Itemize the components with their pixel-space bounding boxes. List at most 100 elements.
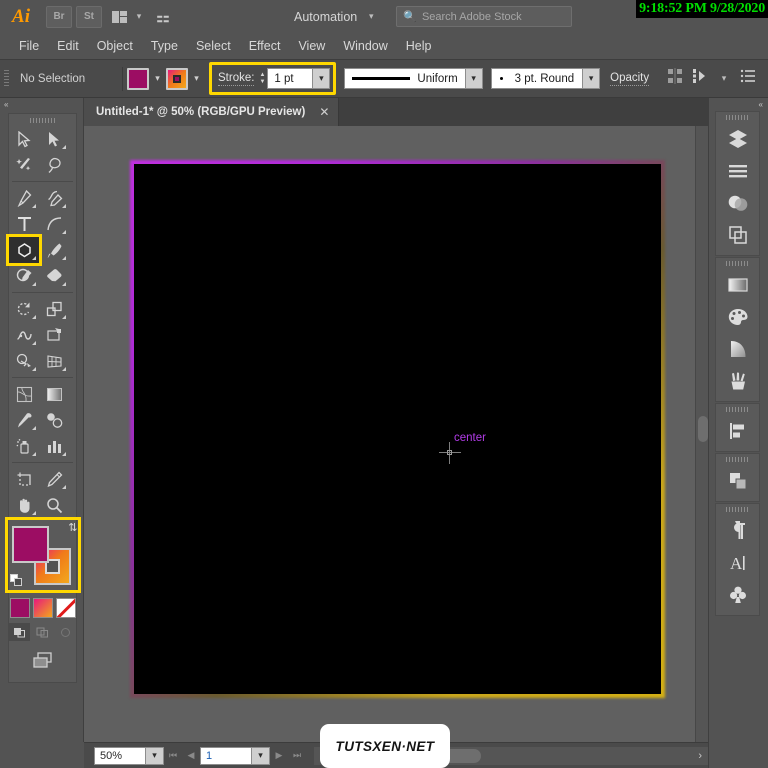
scroll-right-icon[interactable]: ›	[692, 750, 708, 762]
vertical-scrollbar[interactable]	[695, 126, 708, 742]
line-segment-tool[interactable]	[39, 211, 69, 237]
discover-icon[interactable]: ⚏	[150, 6, 176, 28]
appearance-panel-icon[interactable]	[716, 187, 759, 219]
shape-tool[interactable]	[6, 234, 42, 266]
gradient-swatch-icon[interactable]	[32, 598, 53, 618]
shape-builder-tool[interactable]	[9, 348, 39, 374]
first-artboard-icon[interactable]: ⏮	[164, 747, 182, 765]
pen-tool[interactable]	[9, 185, 39, 211]
perspective-grid-tool[interactable]	[39, 348, 69, 374]
artboard[interactable]: center	[134, 164, 661, 694]
menu-item-help[interactable]: Help	[397, 33, 441, 59]
stock-icon[interactable]: St	[76, 5, 102, 28]
type-tool[interactable]	[9, 211, 39, 237]
gradient-tool[interactable]	[39, 381, 69, 407]
menu-item-object[interactable]: Object	[88, 33, 142, 59]
menu-item-edit[interactable]: Edit	[48, 33, 88, 59]
close-tab-icon[interactable]: ✕	[319, 105, 329, 119]
free-transform-tool[interactable]	[39, 322, 69, 348]
stroke-profile-dropdown-icon[interactable]: ▾	[465, 68, 483, 89]
stroke-weight-dropdown-icon[interactable]: ▾	[313, 68, 331, 89]
gradient-panel-icon[interactable]	[716, 269, 759, 301]
rotate-tool[interactable]	[9, 296, 39, 322]
lasso-tool[interactable]	[39, 152, 69, 178]
collapse-right-icon[interactable]: «	[709, 98, 768, 111]
blend-tool[interactable]	[39, 407, 69, 433]
transparency-panel-icon[interactable]	[716, 333, 759, 365]
stroke-color-swatch[interactable]	[166, 67, 188, 90]
vertical-scrollbar-thumb[interactable]	[698, 416, 708, 442]
arrange-documents-icon[interactable]	[106, 6, 132, 28]
none-swatch-icon[interactable]	[55, 598, 76, 618]
options-list-icon[interactable]	[740, 68, 756, 89]
hand-tool[interactable]	[9, 492, 39, 518]
screen-mode-icon[interactable]	[30, 651, 56, 676]
control-bar-grip[interactable]	[4, 69, 9, 88]
menu-item-window[interactable]: Window	[334, 33, 396, 59]
shaper-tool[interactable]	[9, 263, 39, 289]
swap-fill-stroke-icon[interactable]: ⇅	[68, 521, 77, 534]
fill-dropdown-icon[interactable]: ▾	[149, 68, 166, 90]
prev-artboard-icon[interactable]: ◀	[182, 747, 200, 765]
distribute-dropdown-icon[interactable]: ▾	[717, 73, 731, 84]
selection-tool[interactable]	[9, 126, 39, 152]
stroke-dropdown-icon[interactable]: ▾	[188, 68, 205, 90]
mesh-tool[interactable]	[9, 381, 39, 407]
zoom-level-input[interactable]: 50%	[94, 746, 146, 765]
bridge-icon[interactable]: Br	[46, 5, 72, 28]
default-fill-stroke-icon[interactable]	[9, 574, 24, 588]
panel-group-grip[interactable]	[716, 504, 759, 515]
paintbrush-tool[interactable]	[39, 237, 69, 263]
pathfinder-panel-icon[interactable]	[716, 219, 759, 251]
brush-definition-dropdown-icon[interactable]: ▾	[583, 68, 601, 89]
artboard-dropdown-icon[interactable]: ▾	[252, 746, 270, 765]
brushes-panel-icon[interactable]	[716, 365, 759, 397]
fill-color-swatch[interactable]	[127, 67, 149, 90]
layers-stack-icon[interactable]	[716, 465, 759, 497]
stroke-weight-input[interactable]: 1 pt	[267, 68, 314, 89]
distribute-icon[interactable]	[692, 68, 708, 89]
slice-tool[interactable]	[39, 466, 69, 492]
artboard-tool[interactable]	[9, 466, 39, 492]
zoom-tool[interactable]	[39, 492, 69, 518]
brush-definition-select[interactable]: 3 pt. Round	[490, 68, 584, 89]
stroke-profile-select[interactable]: Uniform	[344, 68, 466, 89]
draw-inside-icon[interactable]	[55, 623, 76, 641]
tools-panel-grip[interactable]	[9, 114, 76, 126]
next-artboard-icon[interactable]: ▶	[270, 747, 288, 765]
direct-selection-tool[interactable]	[39, 126, 69, 152]
align-icon[interactable]	[667, 68, 683, 89]
panel-group-grip[interactable]	[716, 404, 759, 415]
draw-behind-icon[interactable]	[32, 623, 53, 641]
panel-group-grip[interactable]	[716, 258, 759, 269]
properties-panel-icon[interactable]	[716, 155, 759, 187]
opacity-label[interactable]: Opacity	[610, 72, 650, 86]
toolbar-fill-swatch[interactable]	[11, 526, 49, 563]
paragraph-panel-icon[interactable]	[716, 515, 759, 547]
workspace-switcher[interactable]: Automation ▾	[294, 10, 378, 24]
symbols-panel-icon[interactable]	[716, 579, 759, 611]
magic-wand-tool[interactable]	[9, 152, 39, 178]
canvas-area[interactable]: center	[84, 126, 708, 742]
column-graph-tool[interactable]	[39, 433, 69, 459]
scale-tool[interactable]	[39, 296, 69, 322]
search-adobe-stock-input[interactable]: 🔍 Search Adobe Stock	[396, 6, 573, 27]
zoom-level-dropdown-icon[interactable]: ▾	[146, 746, 164, 765]
menu-item-type[interactable]: Type	[142, 33, 187, 59]
stroke-label[interactable]: Stroke:	[218, 72, 255, 86]
last-artboard-icon[interactable]: ⏭	[288, 747, 306, 765]
panel-group-grip[interactable]	[716, 112, 759, 123]
menu-item-select[interactable]: Select	[187, 33, 240, 59]
character-panel-icon[interactable]: A	[716, 547, 759, 579]
layers-panel-icon[interactable]	[716, 123, 759, 155]
stroke-weight-stepper[interactable]: ▲ ▼	[259, 72, 265, 86]
menu-item-effect[interactable]: Effect	[240, 33, 290, 59]
width-tool[interactable]	[9, 322, 39, 348]
collapse-left-icon[interactable]: «	[0, 98, 83, 111]
color-panel-icon[interactable]	[716, 301, 759, 333]
menu-item-file[interactable]: File	[10, 33, 48, 59]
arrange-dropdown-icon[interactable]: ▾	[132, 11, 146, 22]
curvature-tool[interactable]	[39, 185, 69, 211]
align-panel-icon[interactable]	[716, 415, 759, 447]
draw-normal-icon[interactable]	[9, 623, 30, 641]
